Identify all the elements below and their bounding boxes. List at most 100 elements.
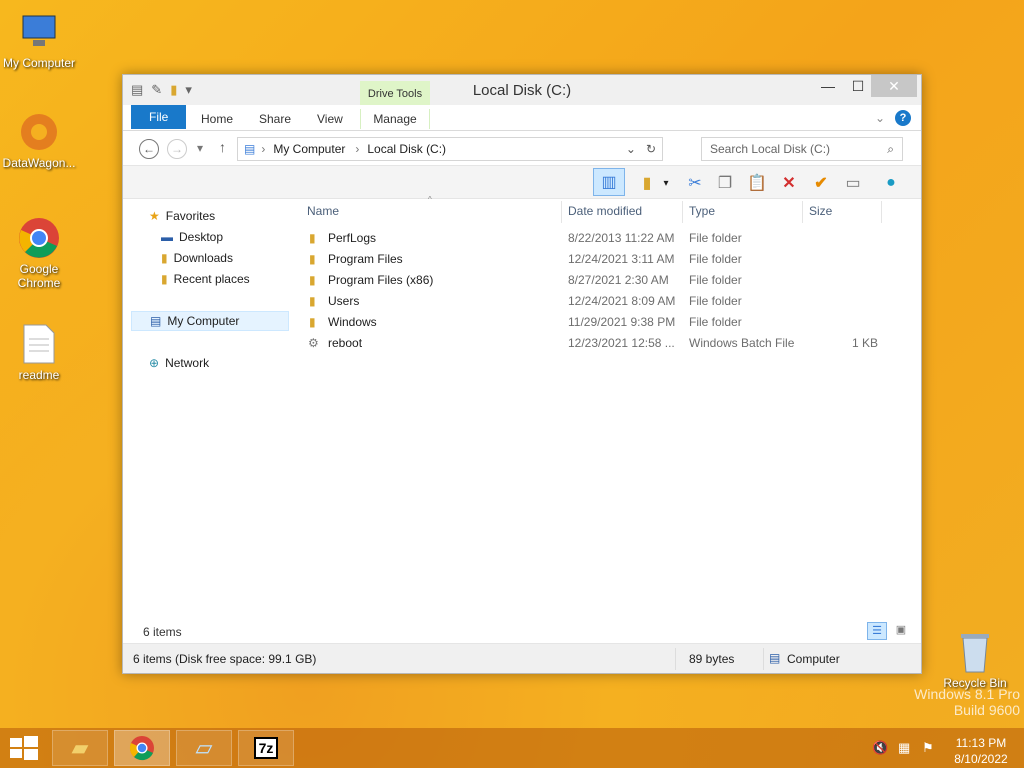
preview-pane-icon[interactable]: ▥ bbox=[593, 168, 625, 196]
desktop-icon-chrome[interactable]: Google Chrome bbox=[0, 216, 78, 290]
taskbar: ▰ ▱ 7z 🔇 ▦ ⚑ 11:13 PM 8/10/2022 bbox=[0, 728, 1024, 768]
address-dropdown-icon[interactable]: ⌄ bbox=[626, 142, 636, 156]
navigation-pane: ★ Favorites ▬ Desktop ▮ Downloads ▮ Recent p… bbox=[131, 201, 289, 601]
status-bar: 6 items (Disk free space: 99.1 GB) 89 by… bbox=[123, 643, 921, 673]
datawagon-icon bbox=[17, 110, 61, 154]
table-row[interactable]: ▮ Users 12/24/2021 8:09 AM File folder bbox=[303, 291, 903, 312]
tab-manage[interactable]: Manage bbox=[360, 109, 430, 129]
back-button[interactable]: ← bbox=[139, 139, 159, 159]
desktop-icon-readme[interactable]: readme bbox=[0, 322, 78, 382]
table-row[interactable]: ▮ Program Files (x86) 8/27/2021 2:30 AM Fil… bbox=[303, 270, 903, 291]
file-explorer-icon: ▰ bbox=[71, 735, 89, 760]
refresh-icon[interactable]: ↻ bbox=[646, 142, 656, 156]
command-toolbar: ▥ ▮ ▾ ✂ ❐ 📋 ✕ ✔ ▭ ● bbox=[123, 165, 921, 199]
expand-ribbon-icon[interactable]: ⌄ bbox=[875, 111, 885, 125]
nav-item-favorites[interactable]: ★ Favorites bbox=[149, 206, 215, 226]
desktop-icon-my-computer[interactable]: My Computer bbox=[0, 10, 78, 70]
item-count: 6 items bbox=[143, 625, 182, 639]
search-placeholder: Search Local Disk (C:) bbox=[710, 142, 831, 156]
column-header-name[interactable]: Name bbox=[307, 200, 339, 222]
folder-options-icon[interactable]: ▮ bbox=[635, 171, 659, 195]
details-view-icon[interactable]: ☰ bbox=[867, 622, 887, 640]
close-button[interactable]: ✕ bbox=[871, 75, 917, 97]
search-input[interactable]: Search Local Disk (C:) ⌕ bbox=[701, 137, 903, 161]
title-bar[interactable]: ▤ ✎ ▮ ▾ Local Disk (C:) — ☐ ✕ bbox=[123, 75, 921, 105]
nav-item-desktop[interactable]: ▬ Desktop bbox=[161, 227, 223, 247]
chrome-icon bbox=[129, 736, 154, 761]
taskbar-7zip[interactable]: 7z bbox=[238, 730, 294, 766]
folder-icon: ▮ bbox=[309, 231, 316, 245]
desktop-icon-recycle-bin[interactable]: Recycle Bin bbox=[936, 630, 1014, 690]
column-header-date[interactable]: Date modified bbox=[568, 200, 642, 222]
tab-home[interactable]: Home bbox=[191, 109, 243, 129]
breadcrumb-my-computer[interactable]: My Computer bbox=[273, 142, 345, 156]
start-button[interactable] bbox=[10, 736, 38, 760]
batch-file-icon: ⚙ bbox=[308, 336, 319, 350]
status-separator bbox=[763, 648, 764, 670]
breadcrumb-separator-icon[interactable]: › bbox=[261, 142, 265, 156]
folder-icon: ▮ bbox=[309, 273, 316, 287]
nav-item-downloads[interactable]: ▮ Downloads bbox=[161, 248, 233, 268]
taskbar-file-explorer[interactable]: ▰ bbox=[52, 730, 108, 766]
breadcrumb-separator-icon[interactable]: › bbox=[355, 142, 359, 156]
clock-time: 11:13 PM bbox=[955, 736, 1007, 750]
table-row[interactable]: ▮ Program Files 12/24/2021 3:11 AM File fol… bbox=[303, 249, 903, 270]
table-row[interactable]: ⚙ reboot 12/23/2021 12:58 ... Windows Batch… bbox=[303, 333, 903, 354]
action-center-icon[interactable]: ⚑ bbox=[922, 740, 934, 756]
recent-locations-icon[interactable]: ▾ bbox=[197, 141, 203, 155]
column-separator[interactable] bbox=[881, 201, 882, 223]
up-button[interactable]: ↑ bbox=[219, 139, 226, 155]
nav-item-network[interactable]: ⊕ Network bbox=[149, 353, 209, 373]
tab-share[interactable]: Share bbox=[249, 109, 301, 129]
table-row[interactable]: ▮ Windows 11/29/2021 9:38 PM File folder bbox=[303, 312, 903, 333]
rename-icon[interactable]: ▭ bbox=[841, 171, 865, 195]
status-bytes: 89 bytes bbox=[689, 652, 735, 666]
chrome-icon bbox=[17, 216, 61, 260]
table-row[interactable]: ▮ PerfLogs 8/22/2013 11:22 AM File folder bbox=[303, 228, 903, 249]
star-icon: ★ bbox=[149, 209, 160, 223]
desktop-icon-label: My Computer bbox=[2, 56, 76, 70]
column-separator[interactable] bbox=[682, 201, 683, 223]
paste-icon[interactable]: 📋 bbox=[745, 171, 769, 195]
cut-icon[interactable]: ✂ bbox=[683, 171, 707, 195]
desktop-icon-label: DataWagon... bbox=[2, 156, 76, 170]
folder-icon: ▮ bbox=[309, 252, 316, 266]
taskbar-chrome[interactable] bbox=[114, 730, 170, 766]
large-icons-view-icon[interactable]: ▣ bbox=[891, 622, 911, 640]
maximize-button[interactable]: ☐ bbox=[843, 75, 873, 97]
globe-icon[interactable]: ● bbox=[879, 171, 903, 195]
nav-item-recent-places[interactable]: ▮ Recent places bbox=[161, 269, 250, 289]
ribbon-tabs: Drive Tools File Home Share View Manage … bbox=[123, 81, 921, 131]
computer-icon: ▤ bbox=[769, 651, 781, 665]
nav-item-my-computer[interactable]: ▤ My Computer bbox=[131, 311, 289, 331]
status-separator bbox=[675, 648, 676, 670]
address-bar[interactable]: ▤ › My Computer › Local Disk (C:) ⌄ ↻ bbox=[237, 137, 663, 161]
notepad-icon: ▱ bbox=[195, 735, 213, 760]
copy-icon[interactable]: ❐ bbox=[713, 171, 737, 195]
volume-muted-icon[interactable]: 🔇 bbox=[872, 740, 888, 756]
column-separator[interactable] bbox=[561, 201, 562, 223]
windows-logo-icon bbox=[10, 736, 38, 760]
computer-icon bbox=[17, 10, 61, 54]
os-watermark: Windows 8.1 Pro Build 9600 bbox=[914, 686, 1020, 718]
search-icon[interactable]: ⌕ bbox=[887, 142, 894, 157]
drive-tools-context-label: Drive Tools bbox=[360, 81, 430, 105]
options-dropdown-icon[interactable]: ▾ bbox=[659, 171, 673, 195]
tab-view[interactable]: View bbox=[307, 109, 353, 129]
network-tray-icon[interactable]: ▦ bbox=[898, 740, 910, 756]
folder-icon: ▮ bbox=[309, 315, 316, 329]
column-header-size[interactable]: Size bbox=[809, 200, 832, 222]
delete-icon[interactable]: ✕ bbox=[777, 171, 801, 195]
check-icon[interactable]: ✔ bbox=[809, 171, 833, 195]
taskbar-notepad[interactable]: ▱ bbox=[176, 730, 232, 766]
help-icon[interactable]: ? bbox=[895, 110, 911, 126]
column-header-type[interactable]: Type bbox=[689, 200, 715, 222]
desktop-icon-datawagon[interactable]: DataWagon... bbox=[0, 110, 78, 170]
breadcrumb-local-disk[interactable]: Local Disk (C:) bbox=[367, 142, 446, 156]
column-separator[interactable] bbox=[802, 201, 803, 223]
tab-file[interactable]: File bbox=[131, 105, 187, 129]
minimize-button[interactable]: — bbox=[813, 75, 843, 97]
clock[interactable]: 11:13 PM 8/10/2022 bbox=[950, 736, 1012, 766]
computer-crumb-icon: ▤ bbox=[244, 142, 256, 156]
forward-button[interactable]: → bbox=[167, 139, 187, 159]
